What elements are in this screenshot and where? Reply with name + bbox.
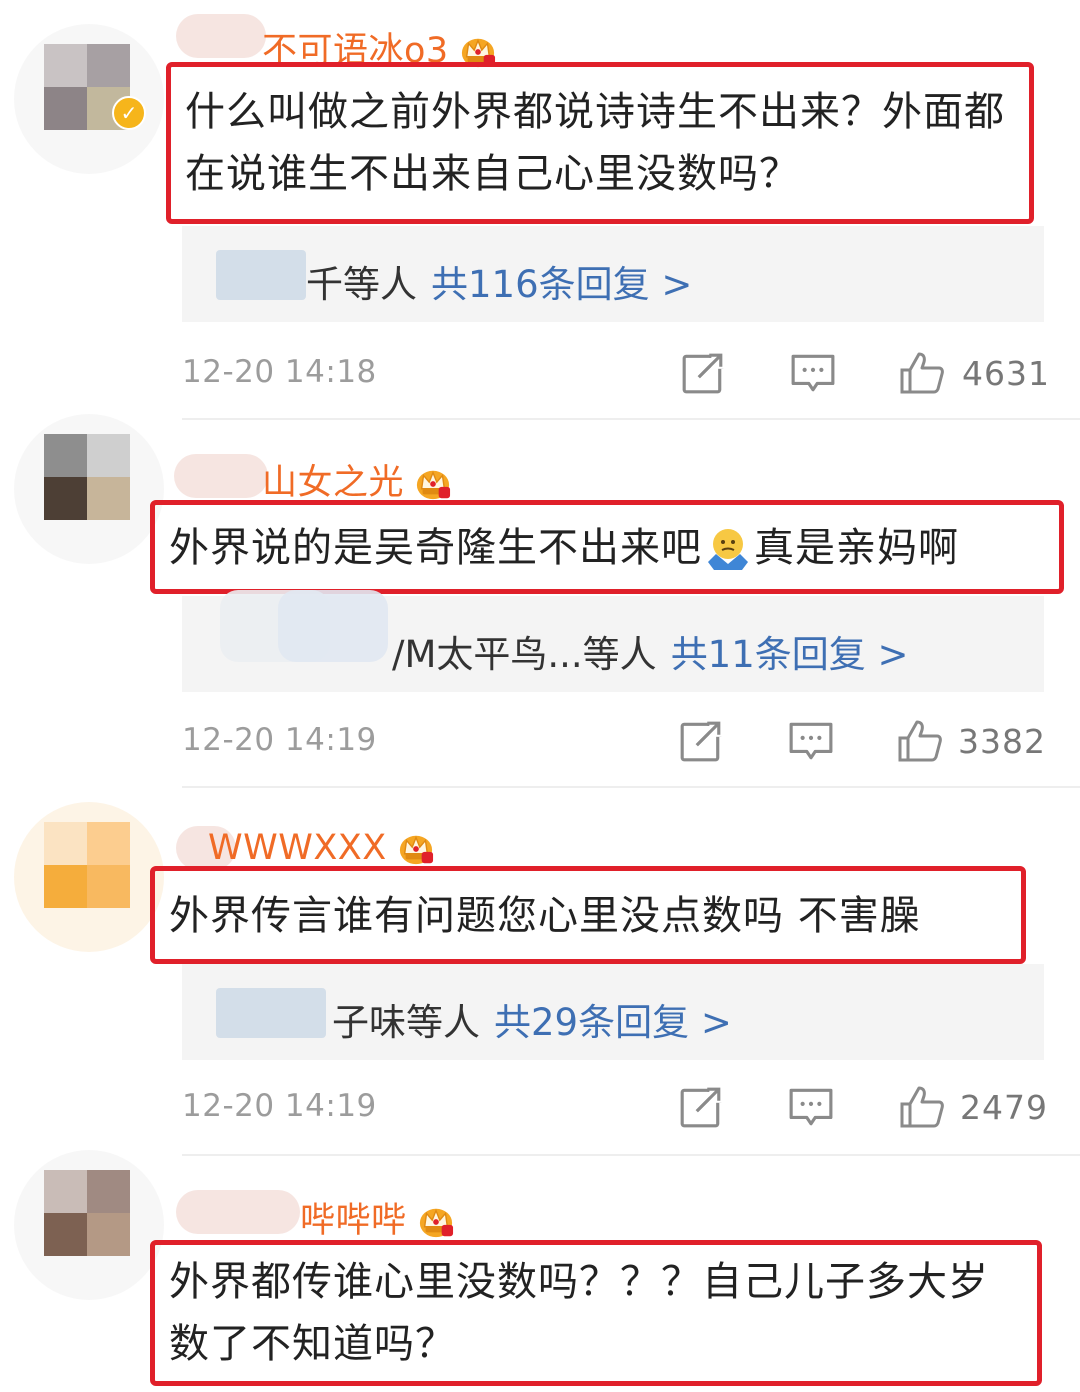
like-count: 3382 <box>958 722 1046 761</box>
shrug-emoji-icon <box>708 529 748 570</box>
reply-count-link[interactable]: 共29条回复 > <box>494 1001 732 1044</box>
comment-item: WWWXXX 外界传言谁有问题您心里没点数吗 不害臊 子味等人 共29条回复 > … <box>0 788 1080 1156</box>
reply-preview[interactable]: /M太平鸟...等人 共11条回复 > <box>182 590 1044 692</box>
username[interactable]: WWWXXX <box>208 828 435 868</box>
comment-icon[interactable] <box>790 350 836 396</box>
like-icon[interactable] <box>898 350 946 396</box>
crown-badge-icon <box>397 831 435 867</box>
comment-meta: 12-20 14:19 3382 <box>182 718 1046 768</box>
reply-summary: 子味等人 共29条回复 > <box>332 992 732 1046</box>
reply-count-link[interactable]: 共11条回复 > <box>671 633 909 676</box>
timestamp: 12-20 14:18 <box>182 354 377 390</box>
avatar[interactable] <box>14 414 164 564</box>
username-text: 哔哔哔 <box>300 1201 407 1241</box>
comment-item: 哔哔哔 外界都传谁心里没数吗？？？自己儿子多大岁数了不知道吗？ <box>0 1150 1080 1392</box>
crown-badge-icon <box>417 1204 455 1240</box>
username-blur <box>174 454 268 498</box>
comment-text: 什么叫做之前外界都说诗诗生不出来？外面都在说谁生不出来自己心里没数吗？ <box>185 89 1005 197</box>
reply-names: 千等人 <box>306 263 417 306</box>
username[interactable]: 哔哔哔 <box>300 1192 455 1243</box>
highlighted-comment-text: 外界都传谁心里没数吗？？？自己儿子多大岁数了不知道吗？ <box>150 1240 1042 1386</box>
reply-summary: 千等人 共116条回复 > <box>306 254 692 308</box>
username-text: WWWXXX <box>208 828 387 868</box>
like-icon[interactable] <box>896 718 944 764</box>
comment-icon[interactable] <box>788 718 834 764</box>
like-icon[interactable] <box>898 1084 946 1130</box>
share-icon[interactable] <box>680 350 726 396</box>
comment-meta: 12-20 14:19 2479 <box>182 1084 1047 1134</box>
reply-avatar-blur <box>216 988 326 1038</box>
username-blur <box>176 1190 300 1234</box>
reply-count-link[interactable]: 共116条回复 > <box>431 263 692 306</box>
highlighted-comment-text: 外界传言谁有问题您心里没点数吗 不害臊 <box>150 866 1026 964</box>
timestamp: 12-20 14:19 <box>182 722 377 758</box>
verified-badge-icon: ✓ <box>112 96 146 130</box>
comment-text: 外界都传谁心里没数吗？？？自己儿子多大岁数了不知道吗？ <box>169 1259 989 1367</box>
reply-avatar-blur <box>278 590 388 662</box>
avatar[interactable] <box>14 1150 164 1300</box>
reply-names: /M太平鸟...等人 <box>392 633 657 676</box>
reply-preview[interactable]: 子味等人 共29条回复 > <box>182 964 1044 1060</box>
like-count: 2479 <box>960 1088 1048 1127</box>
comment-meta: 12-20 14:18 4631 <box>182 350 1049 400</box>
highlighted-comment-text: 什么叫做之前外界都说诗诗生不出来？外面都在说谁生不出来自己心里没数吗？ <box>166 62 1034 224</box>
comment-text-tail: 真是亲妈啊 <box>754 525 959 571</box>
username-text: 山女之光 <box>262 463 405 503</box>
username[interactable]: 山女之光 <box>262 454 452 505</box>
comment-item: 山女之光 外界说的是吴奇隆生不出来吧 真是亲妈啊 /M太平鸟...等人 共11条回… <box>0 414 1080 788</box>
reply-names: 子味等人 <box>332 1001 480 1044</box>
comment-icon[interactable] <box>788 1084 834 1130</box>
comment-text: 外界说的是吴奇隆生不出来吧 <box>169 525 702 571</box>
reply-preview[interactable]: 千等人 共116条回复 > <box>182 226 1044 322</box>
avatar[interactable] <box>14 802 164 952</box>
comment-item: ✓ 不可语冰o3 什么叫做之前外界都说诗诗生不出来？外面都在说谁生不出来自己心里… <box>0 0 1080 420</box>
reply-avatar-blur <box>216 250 306 300</box>
reply-summary: /M太平鸟...等人 共11条回复 > <box>392 624 909 678</box>
share-icon[interactable] <box>678 1084 724 1130</box>
timestamp: 12-20 14:19 <box>182 1088 377 1124</box>
highlighted-comment-text: 外界说的是吴奇隆生不出来吧 真是亲妈啊 <box>150 500 1064 594</box>
share-icon[interactable] <box>678 718 724 764</box>
username-blur <box>176 14 266 58</box>
like-count: 4631 <box>962 354 1050 393</box>
comment-text: 外界传言谁有问题您心里没点数吗 不害臊 <box>169 893 921 939</box>
crown-badge-icon <box>414 466 452 502</box>
